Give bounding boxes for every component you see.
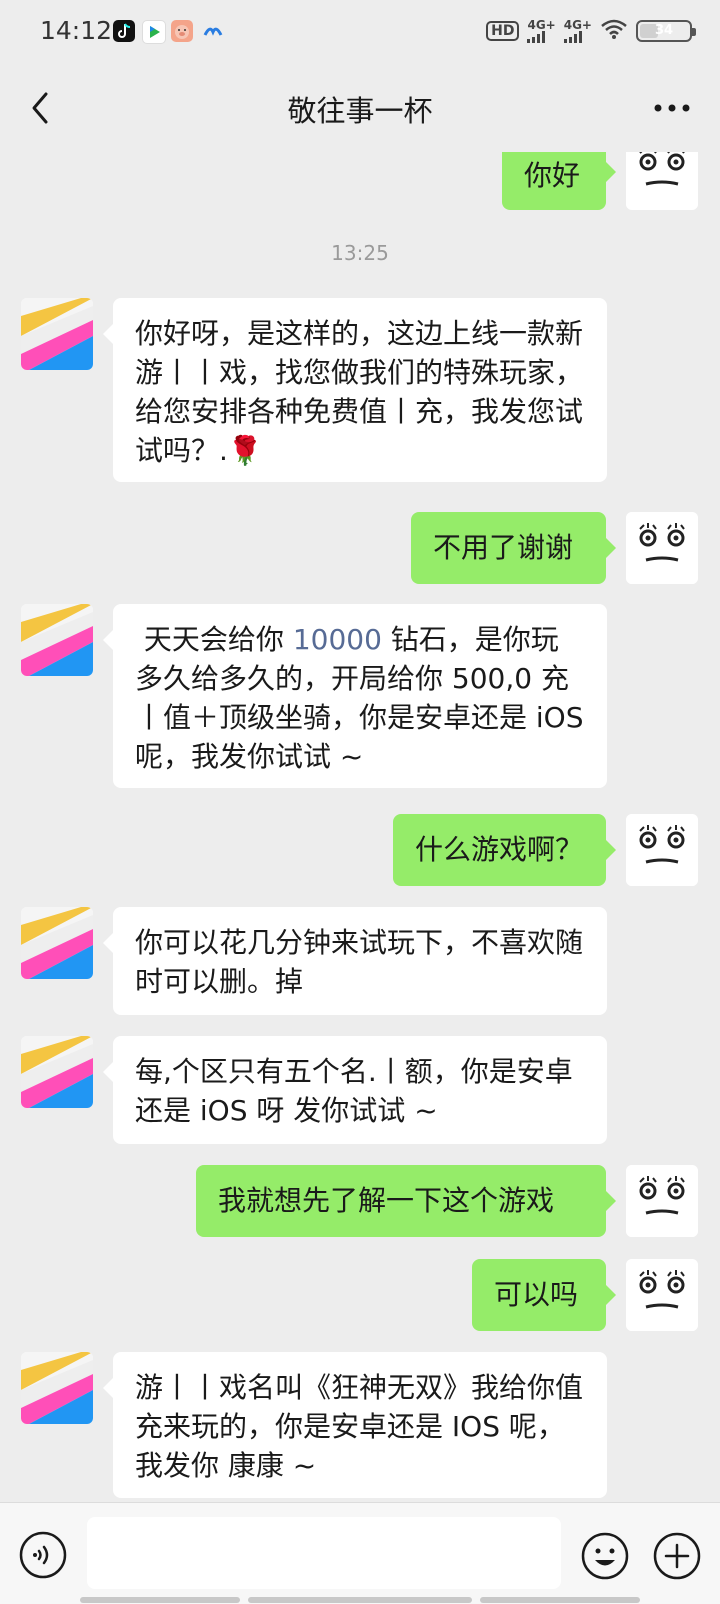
tiktok-icon xyxy=(113,20,135,42)
highlight-number[interactable]: 10000 xyxy=(293,623,382,656)
nav-indicator xyxy=(480,1597,640,1603)
message-bubble-received[interactable]: 你好呀，是这样的，这边上线一款新 游丨丨戏，找您做我们的特殊玩家，给您安排各种免… xyxy=(103,298,607,482)
avatar[interactable] xyxy=(626,814,698,886)
avatar[interactable] xyxy=(21,1036,93,1108)
avatar-image xyxy=(626,1165,698,1237)
chat-area[interactable]: 你好 13:25 你好呀，是这样的，这边上线一款新 游丨丨戏，找您做我们的特殊玩… xyxy=(0,152,720,1502)
status-bar: 14:12 HD 4G+ 4G+ 34 xyxy=(0,0,720,66)
signal-label: 4G+ xyxy=(563,18,592,32)
voice-icon xyxy=(19,1531,67,1579)
video-app-icon xyxy=(142,20,166,44)
avatar-image xyxy=(21,298,93,370)
avatar[interactable] xyxy=(626,1165,698,1237)
hd-badge: HD xyxy=(486,21,520,41)
message-text: 你可以花几分钟来试玩下，不喜欢随时可以删。掉 xyxy=(135,926,584,998)
message-text: 不用了谢谢 xyxy=(433,531,574,564)
signal-label: 4G+ xyxy=(527,18,556,32)
message-text: 可以吗 xyxy=(494,1278,579,1311)
message-text: 你好呀，是这样的，这边上线一款新 游丨丨戏，找您做我们的特殊玩家，给您安排各种免… xyxy=(135,317,584,467)
message-bubble-sent[interactable]: 你好 xyxy=(502,152,616,210)
more-button[interactable] xyxy=(650,90,694,126)
avatar[interactable] xyxy=(21,907,93,979)
status-time: 14:12 xyxy=(40,16,113,45)
avatar-image xyxy=(626,814,698,886)
message-text: 每,个区只有五个名.丨额，你是安卓还是 iOS 呀 发你试试 ~ xyxy=(135,1055,573,1127)
more-dots-icon xyxy=(654,104,690,112)
message-text: 天天会给你 xyxy=(135,623,293,656)
message-input[interactable] xyxy=(87,1517,561,1589)
input-bar xyxy=(0,1502,720,1604)
avatar-image xyxy=(21,1036,93,1108)
signal-icon: 4G+ xyxy=(527,18,556,43)
message-text: 我就想先了解一下这个游戏 xyxy=(218,1184,555,1217)
avatar[interactable] xyxy=(21,298,93,370)
emoji-button[interactable] xyxy=(580,1531,630,1581)
message-bubble-sent[interactable]: 可以吗 xyxy=(472,1259,616,1331)
avatar-image xyxy=(626,152,698,208)
avatar-image xyxy=(626,1259,698,1331)
message-bubble-received[interactable]: 游丨丨戏名叫《狂神无双》我给你值充来玩的，你是安卓还是 IOS 呢，我发你 康康… xyxy=(103,1352,607,1498)
chat-header: 敬往事一杯 xyxy=(0,66,720,152)
message-text: 游丨丨戏名叫《狂神无双》我给你值充来玩的，你是安卓还是 IOS 呢，我发你 康康… xyxy=(135,1371,584,1482)
avatar[interactable] xyxy=(21,1352,93,1424)
avatar-image xyxy=(626,512,698,584)
avatar[interactable] xyxy=(626,512,698,584)
message-text: 你好 xyxy=(524,159,581,192)
message-bubble-received[interactable]: 你可以花几分钟来试玩下，不喜欢随时可以删。掉 xyxy=(103,907,607,1015)
avatar[interactable] xyxy=(626,152,698,210)
avatar[interactable] xyxy=(626,1259,698,1331)
nav-indicator xyxy=(248,1597,472,1603)
avatar[interactable] xyxy=(21,604,93,676)
cloud-app-icon xyxy=(202,20,224,42)
battery-percent: 34 xyxy=(654,23,674,38)
pig-app-icon xyxy=(171,20,193,42)
status-right: HD 4G+ 4G+ 34 xyxy=(486,18,696,44)
more-functions-button[interactable] xyxy=(652,1531,702,1581)
timestamp: 13:25 xyxy=(331,241,389,265)
nav-indicator xyxy=(80,1597,240,1603)
battery-icon: 34 xyxy=(636,20,696,42)
message-bubble-sent[interactable]: 不用了谢谢 xyxy=(411,512,616,584)
voice-button[interactable] xyxy=(19,1531,67,1579)
signal-icon: 4G+ xyxy=(563,18,592,43)
chat-title: 敬往事一杯 xyxy=(287,94,433,128)
message-bubble-received[interactable]: 每,个区只有五个名.丨额，你是安卓还是 iOS 呀 发你试试 ~ xyxy=(103,1036,607,1144)
avatar-image xyxy=(21,604,93,676)
message-bubble-sent[interactable]: 什么游戏啊？ xyxy=(393,814,616,886)
avatar-image xyxy=(21,1352,93,1424)
message-bubble-received[interactable]: 天天会给你 10000 钻石，是你玩多久给多久的，开局给你 500,0 充丨值＋… xyxy=(103,604,607,788)
message-bubble-sent[interactable]: 我就想先了解一下这个游戏 xyxy=(196,1165,616,1237)
avatar-image xyxy=(21,907,93,979)
message-text: 什么游戏啊？ xyxy=(415,833,584,866)
plus-circle-icon xyxy=(653,1532,701,1580)
wifi-icon xyxy=(600,18,628,44)
emoji-icon xyxy=(581,1532,629,1580)
